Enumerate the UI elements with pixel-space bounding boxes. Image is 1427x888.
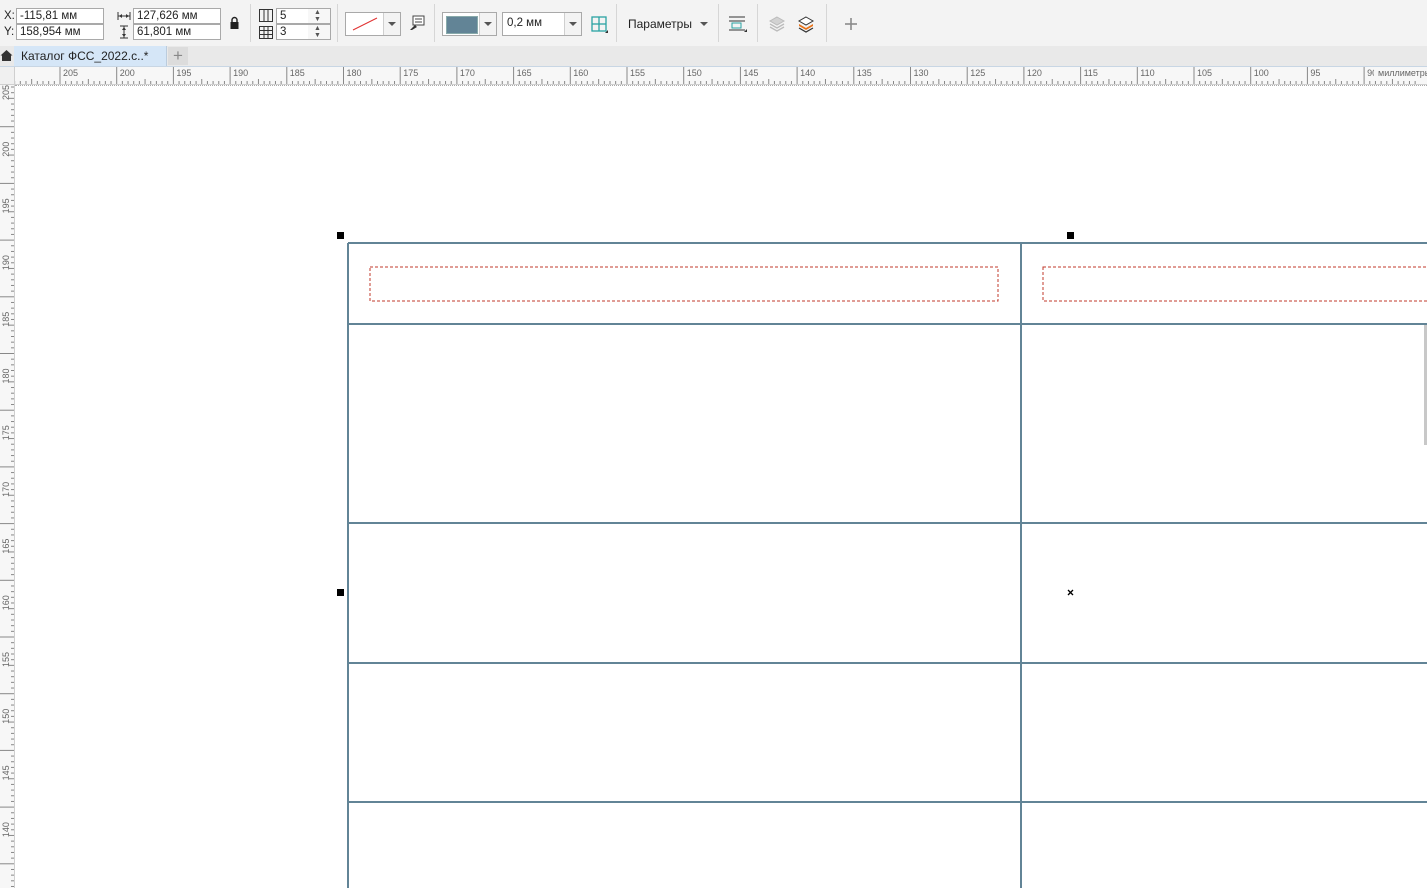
rows-spinner[interactable]: ▲ ▼ (308, 24, 331, 40)
ruler-label: 140 (800, 68, 815, 78)
ruler-label: 145 (743, 68, 758, 78)
ruler-label: 160 (573, 68, 588, 78)
selection-handle[interactable] (337, 232, 344, 239)
ruler-label: 140 (1, 822, 11, 837)
ruler-label: 165 (1, 539, 11, 554)
ruler-label: 100 (1254, 68, 1269, 78)
ruler-label: 120 (1027, 68, 1042, 78)
ruler-label: 170 (460, 68, 475, 78)
layer-back-icon[interactable] (768, 15, 786, 33)
ruler-label: 200 (1, 142, 11, 157)
columns-input[interactable]: 5 (276, 8, 312, 24)
ruler-label: 145 (1, 765, 11, 780)
height-icon (120, 25, 128, 39)
ruler-label: 195 (176, 68, 191, 78)
separator (337, 4, 338, 42)
ruler-label: 150 (687, 68, 702, 78)
border-color-swatch (446, 16, 478, 34)
x-label: X: (4, 10, 15, 22)
ruler-label: 180 (347, 68, 362, 78)
ruler-label: 125 (970, 68, 985, 78)
ruler-label: 190 (1, 255, 11, 270)
property-bar: X: -115,81 мм Y: 158,954 мм 127,626 мм 6… (0, 0, 1427, 47)
color-eyedropper-icon[interactable] (409, 15, 426, 31)
ruler-label: 185 (290, 68, 305, 78)
separator (826, 4, 827, 42)
y-position-input[interactable]: 158,954 мм (16, 24, 104, 40)
rows-icon (259, 26, 273, 39)
separator (616, 4, 617, 42)
columns-spinner[interactable]: ▲ ▼ (308, 8, 331, 24)
ruler-origin[interactable] (0, 67, 15, 85)
options-button[interactable]: Параметры (622, 15, 712, 33)
ruler-label: 110 (1140, 68, 1154, 78)
ruler-label: 95 (1310, 68, 1320, 78)
y-label: Y: (4, 26, 15, 38)
layer-front-icon[interactable] (797, 15, 815, 33)
vertical-ruler[interactable]: 205 200 195 190 185 180 175 170 165 160 155 150 145 1… (0, 67, 15, 888)
selection-center-marker[interactable] (1067, 589, 1074, 596)
tab-document-label: Каталог ФСС_2022.c..* (21, 49, 149, 63)
chevron-down-icon[interactable] (564, 13, 581, 35)
ruler-label: 200 (120, 68, 135, 78)
horizontal-ruler[interactable]: 205 200 195 190 185 180 175 170 165 160 155 150 145 1… (14, 67, 1427, 85)
ruler-label: 135 (857, 68, 872, 78)
ruler-label: 105 (1197, 68, 1212, 78)
ruler-label: 175 (1, 425, 11, 440)
text-frame[interactable] (369, 266, 999, 302)
border-color-dropdown[interactable] (442, 12, 497, 36)
x-position-input[interactable]: -115,81 мм (16, 8, 104, 24)
chevron-down-icon[interactable] (383, 13, 400, 35)
home-icon[interactable] (0, 49, 13, 62)
ruler-label: 205 (63, 68, 78, 78)
ruler-label: 180 (1, 368, 11, 383)
separator (757, 4, 758, 42)
text-wrap-icon[interactable] (728, 15, 748, 33)
no-outline-icon (352, 17, 378, 31)
outline-width-value: 0,2 мм (507, 17, 542, 29)
columns-icon (259, 9, 273, 22)
ruler-label: 185 (1, 312, 11, 327)
separator (250, 4, 251, 42)
tab-document[interactable]: Каталог ФСС_2022.c..* (14, 46, 167, 66)
selection-handle[interactable] (337, 589, 344, 596)
ruler-label: 130 (914, 68, 929, 78)
ruler-label: 175 (403, 68, 418, 78)
table-object[interactable] (15, 85, 1427, 888)
options-label: Параметры (628, 17, 692, 31)
rows-input[interactable]: 3 (276, 24, 312, 40)
ruler-label: 160 (1, 595, 11, 610)
text-frame[interactable] (1042, 266, 1427, 302)
selection-handle[interactable] (1067, 232, 1074, 239)
add-tab-button[interactable]: + (168, 47, 188, 65)
width-input[interactable]: 127,626 мм (133, 8, 221, 24)
vertical-ruler-ticks: 205 200 195 190 185 180 175 170 165 160 155 150 145 1… (0, 85, 14, 887)
ruler-label: 155 (1, 652, 11, 667)
ruler-label: 195 (1, 198, 11, 213)
outline-width-dropdown[interactable]: 0,2 мм (502, 12, 582, 36)
ruler-label: 170 (1, 482, 11, 497)
add-icon[interactable] (844, 17, 858, 31)
ruler-label: 205 (1, 85, 11, 100)
ruler-unit-label: миллиметры (1378, 68, 1427, 78)
horizontal-ruler-ticks: 205 200 195 190 185 180 175 170 165 160 155 150 145 1… (14, 67, 1427, 84)
lock-icon[interactable] (229, 16, 240, 30)
chevron-down-icon (700, 22, 708, 26)
ruler-label: 165 (517, 68, 532, 78)
height-input[interactable]: 61,801 мм (133, 24, 221, 40)
ruler-label: 155 (630, 68, 645, 78)
chevron-down-icon[interactable] (479, 13, 496, 35)
ruler-label: 190 (233, 68, 248, 78)
drawing-canvas[interactable] (15, 85, 1427, 888)
separator (718, 4, 719, 42)
separator (434, 4, 435, 42)
background-fill-dropdown[interactable] (345, 12, 401, 36)
width-icon (117, 12, 131, 20)
document-tabs: Каталог ФСС_2022.c..* + (0, 46, 1427, 67)
ruler-label: 150 (1, 709, 11, 724)
ruler-label: 115 (1084, 68, 1098, 78)
table-borders-icon[interactable] (591, 16, 609, 34)
